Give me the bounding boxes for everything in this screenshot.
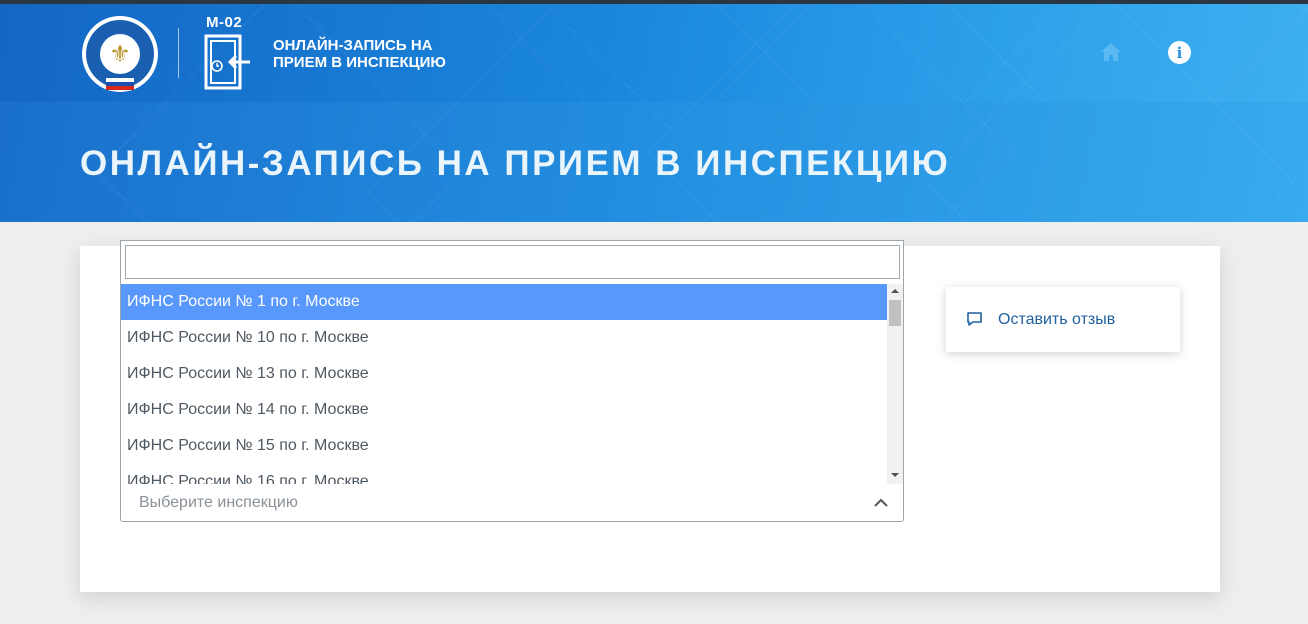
eagle-icon: ⚜ [100,34,140,74]
dropdown-option[interactable]: ИФНС России № 13 по г. Москве [121,356,887,392]
dropdown-option[interactable]: ИФНС России № 14 по г. Москве [121,392,887,428]
dropdown-option[interactable]: ИФНС России № 10 по г. Москве [121,320,887,356]
chevron-up-icon [874,498,888,507]
door-entrance-icon [204,34,250,90]
scrollbar-thumb[interactable] [889,300,901,326]
service-code: М-02 [206,14,243,31]
service-title-line: ОНЛАЙН-ЗАПИСЬ НА [273,37,433,54]
service-title-line: ПРИЕМ В ИНСПЕКЦИЮ [273,54,446,71]
inspection-select[interactable]: Выберите инспекцию [120,482,904,522]
dropdown-options: ИФНС России № 1 по г. Москве ИФНС России… [121,284,887,484]
dropdown-option[interactable]: ИФНС России № 15 по г. Москве [121,428,887,464]
dropdown-search-input[interactable] [126,246,899,278]
fns-emblem-logo[interactable]: ⚜ [82,16,158,92]
leave-feedback-button[interactable]: Оставить отзыв [946,287,1180,352]
dropdown-scrollbar[interactable] [887,284,903,484]
service-title: ОНЛАЙН-ЗАПИСЬ НА ПРИЕМ В ИНСПЕКЦИЮ [273,37,446,71]
site-header [0,4,1308,222]
home-icon[interactable] [1100,42,1122,62]
leave-feedback-label: Оставить отзыв [998,311,1116,328]
dropdown-option[interactable]: ИФНС России № 16 по г. Москве [121,464,887,484]
info-icon[interactable]: i [1168,41,1191,64]
scroll-up-arrow-icon[interactable] [887,284,903,298]
select-placeholder: Выберите инспекцию [139,494,298,511]
comment-icon [967,312,982,326]
page-title: ОНЛАЙН-ЗАПИСЬ НА ПРИЕМ В ИНСПЕКЦИЮ [80,144,951,183]
header-divider [178,28,179,78]
dropdown-option[interactable]: ИФНС России № 1 по г. Москве [121,284,887,320]
russian-flag-icon [106,78,134,90]
dropdown-search [125,245,900,279]
inspection-dropdown: ИФНС России № 1 по г. Москве ИФНС России… [120,240,904,484]
scroll-down-arrow-icon[interactable] [887,468,903,482]
